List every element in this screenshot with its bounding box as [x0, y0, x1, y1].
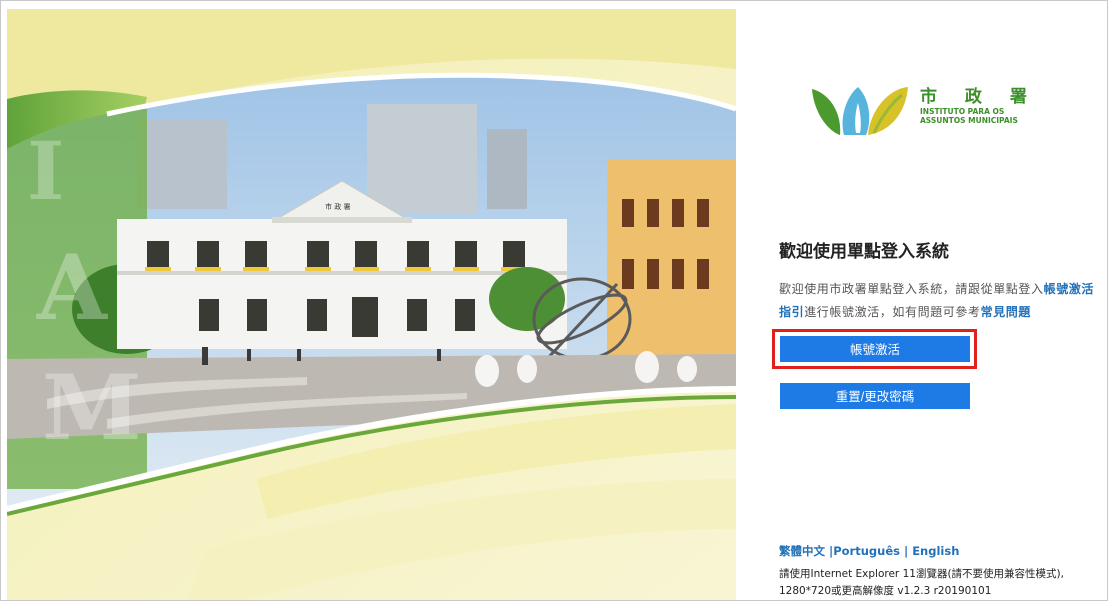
hero-image: 市 政 署 I A M — [7, 9, 736, 600]
lang-zh-link[interactable]: 繁體中文 — [779, 544, 825, 558]
svg-text:I: I — [27, 124, 64, 218]
lang-separator-1: | — [825, 544, 834, 558]
login-page: 市 政 署 I A M 市 政 署 INSTITUTO PARA OS ASSU… — [0, 0, 1108, 601]
iam-logo: 市 政 署 INSTITUTO PARA OS ASSUNTOS MUNICIP… — [810, 81, 1070, 141]
language-switcher: 繁體中文 |Português | English — [779, 543, 959, 559]
login-panel: 市 政 署 INSTITUTO PARA OS ASSUNTOS MUNICIP… — [736, 1, 1107, 600]
logo-portuguese-1: INSTITUTO PARA OS — [920, 107, 1005, 116]
lang-en-link[interactable]: English — [912, 544, 959, 558]
logo-portuguese-2: ASSUNTOS MUNICIPAIS — [920, 116, 1018, 125]
activate-account-button[interactable]: 帳號激活 — [780, 336, 970, 362]
svg-text:M: M — [42, 355, 142, 461]
welcome-text-prefix: 歡迎使用市政署單點登入系統，請跟從單點登入 — [779, 282, 1044, 296]
browser-note: 請使用Internet Explorer 11瀏覽器(請不要使用兼容性模式), … — [779, 568, 1064, 597]
leaf-logo-icon — [812, 87, 908, 135]
logo-text: 市 政 署 INSTITUTO PARA OS ASSUNTOS MUNICIP… — [920, 87, 1038, 125]
welcome-text: 歡迎使用市政署單點登入系統，請跟從單點登入帳號激活指引進行帳號激活，如有問題可參… — [779, 278, 1101, 324]
lang-pt-link[interactable]: Português — [833, 544, 900, 558]
welcome-title: 歡迎使用單點登入系統 — [779, 242, 949, 262]
logo-chinese: 市 政 署 — [920, 87, 1038, 107]
faq-link[interactable]: 常見問題 — [981, 305, 1031, 319]
reset-password-button[interactable]: 重置/更改密碼 — [780, 383, 970, 409]
welcome-text-middle: 進行帳號激活，如有問題可參考 — [804, 305, 981, 319]
building-sign: 市 政 署 — [325, 202, 350, 211]
lang-separator-2: | — [899, 544, 913, 558]
svg-text:A: A — [36, 235, 108, 341]
